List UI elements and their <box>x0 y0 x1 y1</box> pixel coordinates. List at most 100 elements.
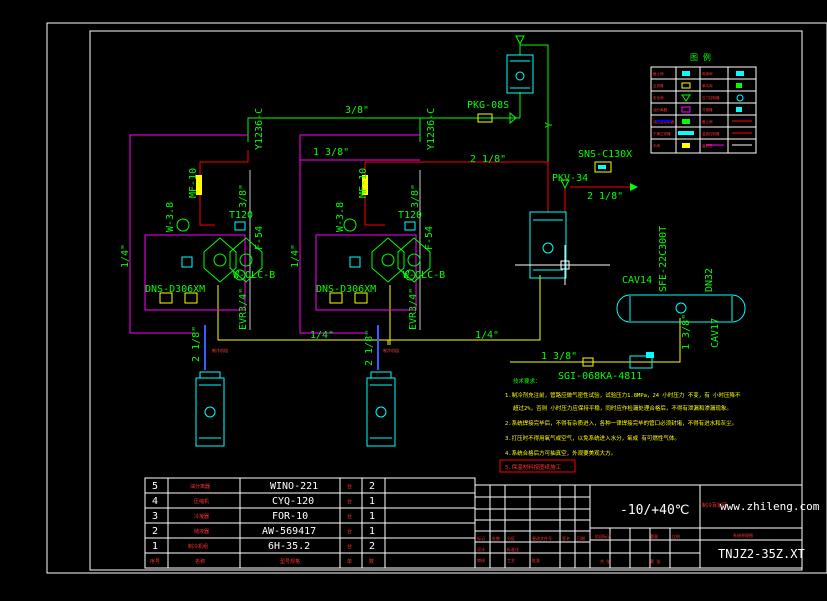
label-1-3-8-recv: 1 3/8" <box>681 314 692 350</box>
top-vessel[interactable] <box>506 54 534 94</box>
legend: 图 例 截止阀 电磁阀 过滤器 单向阀 安全阀 压力控制器 油分离器 冷凝器 油… <box>650 52 757 154</box>
unit-right-frame <box>315 234 417 311</box>
outer-border <box>46 22 827 574</box>
svg-text:2: 2 <box>152 526 158 537</box>
svg-text:工艺: 工艺 <box>507 558 515 563</box>
svg-text:5: 5 <box>152 481 158 492</box>
svg-text:2.系统焊接完毕后，不得有杂质进入，各种一律焊接完毕的管口必: 2.系统焊接完毕后，不得有杂质进入，各种一律焊接完毕的管口必须封堵，不得有进水和… <box>505 419 737 427</box>
parts-table: 5 4 3 2 1 WINO-221 CYQ-120 FOR-10 AW-569… <box>144 477 476 569</box>
svg-text:手阀: 手阀 <box>653 143 661 148</box>
svg-text:1: 1 <box>152 541 158 552</box>
svg-text:储液器: 储液器 <box>194 528 209 535</box>
svg-text:冷凝器: 冷凝器 <box>194 513 209 520</box>
svg-text:型号规格: 型号规格 <box>280 558 300 565</box>
title-drawing-no: TNJZ2-35Z.XT <box>718 547 805 561</box>
svg-text:2: 2 <box>369 541 375 552</box>
svg-text:1: 1 <box>369 496 375 507</box>
label-1-4-mid: 1/4" <box>290 244 301 268</box>
svg-text:4: 4 <box>152 496 158 507</box>
label-1-4-low2: 1/4" <box>475 330 499 341</box>
svg-text:标准化: 标准化 <box>507 546 519 552</box>
svg-text:序号: 序号 <box>150 558 160 565</box>
label-pkv: PKV-34 <box>552 173 588 184</box>
svg-text:制冷机组: 制冷机组 <box>188 543 208 550</box>
label-1-3-8-sgi: 1 3/8" <box>541 351 577 362</box>
svg-text:第 张: 第 张 <box>650 558 660 564</box>
svg-text:6H-35.2: 6H-35.2 <box>268 541 310 552</box>
svg-text:超过2%，否则 小时压力应保持平稳，同时应作检漏处理合格后，: 超过2%，否则 小时压力应保持平稳，同时应作检漏处理合格后，不得有泄漏和渗漏现象… <box>513 404 732 412</box>
label-sfe: SFE-22C300T <box>658 226 669 292</box>
svg-text:截止阀: 截止阀 <box>653 71 664 76</box>
title-temp: -10/+40℃ <box>620 503 689 518</box>
label-y-vert: Y <box>544 122 555 128</box>
svg-text:台: 台 <box>347 498 352 505</box>
svg-text:AW-569417: AW-569417 <box>262 526 316 537</box>
label-dns-right: DNS-D306XM <box>316 284 376 295</box>
svg-text:过滤器: 过滤器 <box>653 83 664 88</box>
label-unit-right: 制冷机组 <box>383 347 399 353</box>
svg-text:截止阀: 截止阀 <box>702 119 713 124</box>
tech-notes: 技术要求： 1.制冷剂充注前，管路应做气密性试验，试验压力1.8MPa，24 小… <box>499 377 741 473</box>
label-sns: SNS-C130X <box>578 149 632 160</box>
gauge-left-icon <box>176 218 190 232</box>
label-3-8-v-left: 3/8" <box>238 184 249 208</box>
sns-valve-icon <box>594 161 612 173</box>
svg-text:4.系统合格后方可抽真空，外观要美观大方。: 4.系统合格后方可抽真空，外观要美观大方。 <box>505 449 616 457</box>
bottom-cylinder-right[interactable] <box>366 371 396 447</box>
svg-text:数: 数 <box>369 558 374 565</box>
bottom-cylinder-left[interactable] <box>195 371 225 447</box>
svg-text:CYQ-120: CYQ-120 <box>272 496 314 507</box>
svg-text:设计: 设计 <box>477 546 485 552</box>
label-sgi: SGI-068KA-4811 <box>558 371 642 382</box>
svg-text:单: 单 <box>347 558 352 565</box>
label-1-4-left: 1/4" <box>120 244 131 268</box>
pipe-right-red <box>365 161 549 212</box>
label-evr-right: EVR3/4" <box>408 288 419 330</box>
svg-text:审核: 审核 <box>477 557 485 563</box>
svg-text:WINO-221: WINO-221 <box>270 481 318 492</box>
svg-text:台: 台 <box>347 513 352 520</box>
svg-text:1: 1 <box>369 526 375 537</box>
label-cav14: CAV14 <box>622 275 652 286</box>
label-pkg: PKG-08S <box>467 100 509 111</box>
svg-text:分区: 分区 <box>507 535 515 541</box>
svg-text:3: 3 <box>152 511 158 522</box>
svg-text:2: 2 <box>369 481 375 492</box>
title-block: 标记 处数 分区 更改文件号 签名 日期 设计 标准化 审核 工艺 批准 阶段标… <box>474 484 820 569</box>
svg-text:压缩机: 压缩机 <box>194 498 209 505</box>
label-dn32: DN32 <box>704 268 715 292</box>
label-pipe-2-1-8: 2 1/8" <box>470 154 506 165</box>
svg-text:签名: 签名 <box>562 535 570 541</box>
label-f54-right: F-54 <box>424 226 435 250</box>
label-1-4-low1: 1/4" <box>310 330 334 341</box>
label-t120-right: T120 <box>398 210 422 221</box>
cad-drawing-canvas[interactable]: 3/8" PKG-08S Y1236-C Y1236-C Y 1 3/8" 2 … <box>0 0 827 601</box>
svg-text:标记: 标记 <box>477 535 485 541</box>
svg-text:阶段标记: 阶段标记 <box>595 533 611 539</box>
svg-text:台: 台 <box>347 483 352 490</box>
label-olcb-left: W-OLC-B <box>233 270 275 281</box>
svg-text:共 张: 共 张 <box>600 558 610 564</box>
label-2-1-8-low-left: 2 1/8" <box>191 326 202 362</box>
svg-text:干燥过滤器: 干燥过滤器 <box>653 131 671 136</box>
svg-text:台: 台 <box>347 543 352 550</box>
svg-text:温度控制器: 温度控制器 <box>702 131 720 136</box>
label-cav17: CAV17 <box>710 318 721 348</box>
sgi-drier-icon <box>582 352 654 369</box>
notes-title: 技术要求： <box>513 377 541 385</box>
legend-title: 图 例 <box>690 52 711 62</box>
svg-text:处数: 处数 <box>492 535 500 541</box>
label-pipe-1-3-8: 1 3/8" <box>313 147 349 158</box>
svg-text:日期: 日期 <box>577 535 585 541</box>
label-t120-left: T120 <box>229 210 253 221</box>
svg-text:3.打压时不得用氧气或空气，以免系统进入水分，氧或 有可燃性: 3.打压时不得用氧气或空气，以免系统进入水分，氧或 有可燃性气体。 <box>505 434 680 442</box>
svg-text:冷凝器: 冷凝器 <box>702 107 713 112</box>
label-w38-left: W-3.8 <box>165 202 176 232</box>
label-y1236c-left: Y1236-C <box>254 108 265 150</box>
label-pipe-2-1-8-sns: 2 1/8" <box>587 191 623 202</box>
svg-text:安全阀: 安全阀 <box>653 95 664 100</box>
svg-text:系统原理图: 系统原理图 <box>733 532 753 538</box>
label-w38-right: W-3.8 <box>335 202 346 232</box>
svg-text:油分离器: 油分离器 <box>190 483 210 490</box>
label-mf-right: MF-10 <box>358 168 369 198</box>
